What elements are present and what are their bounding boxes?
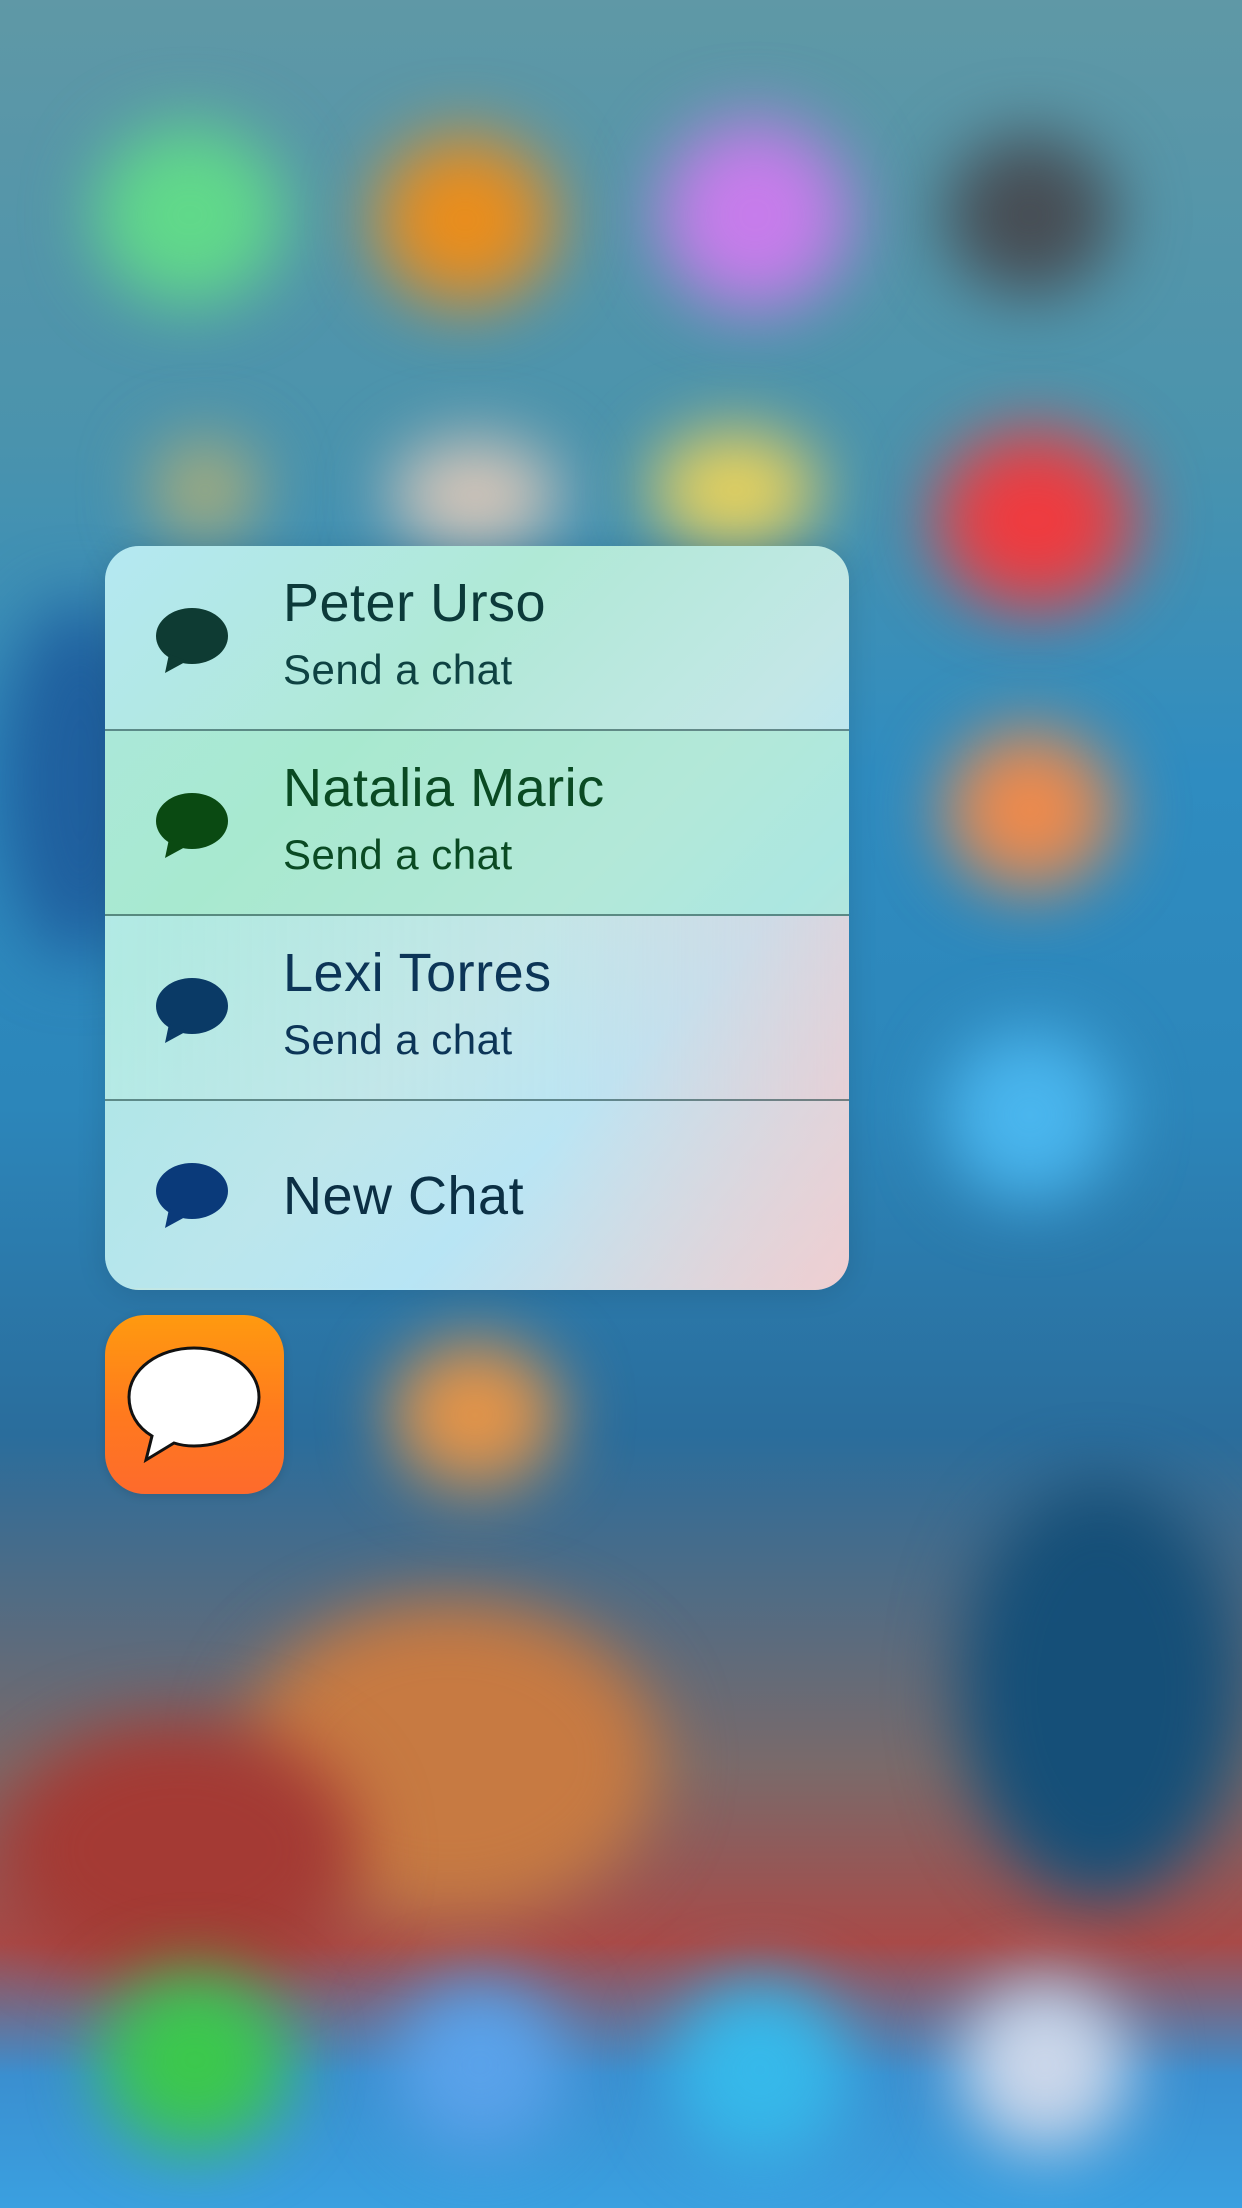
blurred-app-icon: [660, 120, 850, 310]
blurred-app-icon: [945, 1030, 1115, 1200]
blurred-app-icon: [375, 135, 555, 305]
contact-name: Natalia Maric: [283, 758, 605, 818]
action-subtitle: Send a chat: [283, 831, 513, 878]
blurred-app-icon: [95, 125, 285, 305]
contact-name: Peter Urso: [283, 573, 547, 633]
blurred-app-icon: [650, 430, 820, 550]
action-subtitle: Send a chat: [283, 646, 513, 693]
chat-app-icon[interactable]: [105, 1315, 284, 1494]
action-subtitle: Send a chat: [283, 1016, 513, 1063]
new-chat-label: New Chat: [283, 1166, 525, 1226]
blurred-app-icon: [390, 440, 560, 550]
speech-bubble-icon: [156, 793, 228, 858]
blurred-app-icon: [150, 440, 260, 540]
speech-bubble-icon: [156, 978, 228, 1043]
blurred-background-glow: [960, 1480, 1242, 1900]
blurred-dock-icon: [960, 1980, 1130, 2150]
blurred-dock-icon: [670, 1980, 850, 2160]
contact-name: Lexi Torres: [283, 943, 552, 1003]
blurred-app-icon: [945, 135, 1115, 295]
quick-action-lexi-torres[interactable]: Lexi Torres Send a chat: [105, 916, 849, 1101]
blurred-app-icon: [945, 730, 1115, 890]
quick-actions-menu: Peter Urso Send a chat Natalia Maric Sen…: [105, 546, 849, 1290]
chat-bubble-icon: [127, 1346, 261, 1464]
blurred-app-icon: [390, 1340, 560, 1490]
speech-bubble-icon: [156, 608, 228, 673]
quick-action-peter-urso[interactable]: Peter Urso Send a chat: [105, 546, 849, 731]
quick-action-natalia-maric[interactable]: Natalia Maric Send a chat: [105, 731, 849, 916]
blurred-background-glow: [0, 1720, 360, 1980]
blurred-app-icon: [935, 430, 1135, 610]
blurred-dock-icon: [100, 1970, 290, 2150]
quick-action-new-chat[interactable]: New Chat: [105, 1101, 849, 1288]
speech-bubble-icon: [156, 1163, 228, 1228]
blurred-dock-icon: [395, 1980, 565, 2150]
